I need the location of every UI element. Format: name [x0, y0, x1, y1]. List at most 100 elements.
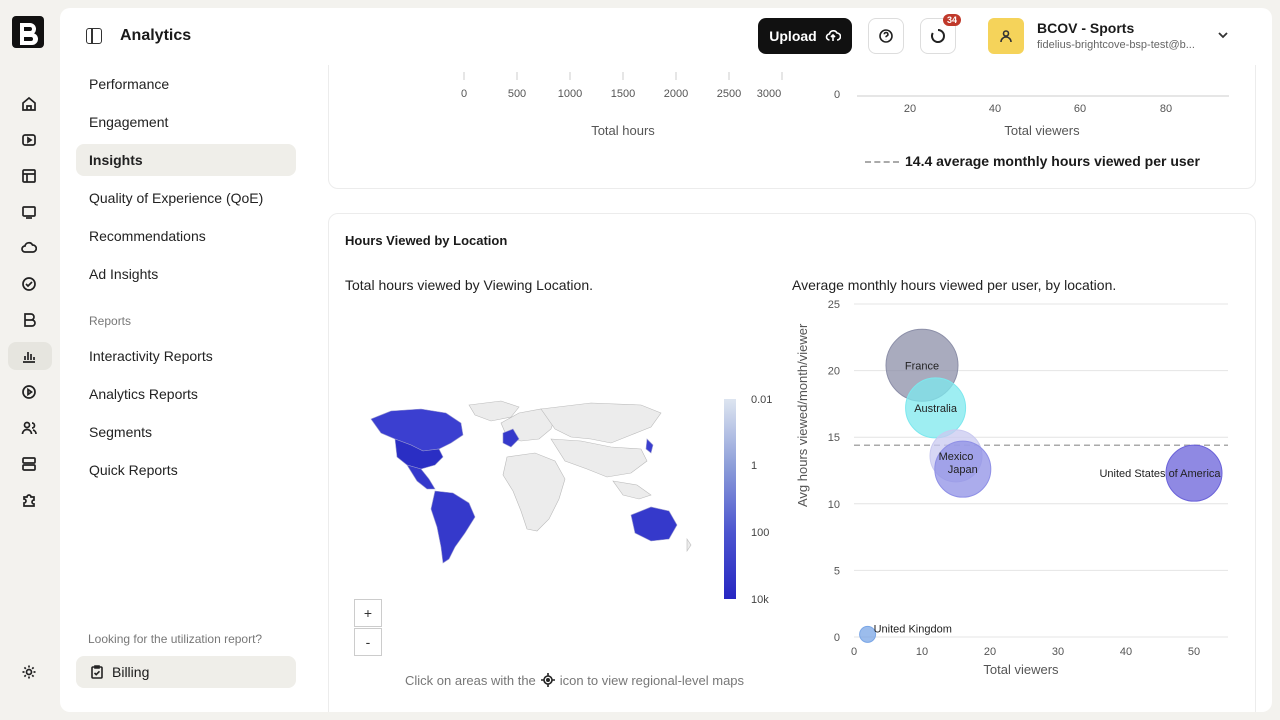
color-scale-label: 1: [751, 460, 758, 472]
nav-item-segments[interactable]: Segments: [76, 416, 296, 448]
icon-rail: [0, 0, 58, 720]
color-scale-label: 0.01: [751, 394, 773, 406]
viewers-tick: 80: [1159, 103, 1173, 115]
cloud-upload-icon: [825, 30, 841, 41]
brightcove-logo-icon[interactable]: [11, 15, 45, 49]
bubble-chart: 0 5 10 15 20 25 0 10 20 30 40 50 Total viewers France…: [828, 299, 1228, 677]
color-scale-label: 100: [751, 527, 770, 539]
map-zoom-out-button[interactable]: -: [354, 628, 382, 656]
x-tick-label: 10: [916, 646, 928, 658]
card-title: Hours Viewed by Location: [345, 233, 508, 248]
main-panel: Analytics Upload 34 BCOV - Sports fideli…: [60, 8, 1272, 712]
world-choropleth-map[interactable]: [351, 399, 711, 569]
utilization-hint: Looking for the utilization report?: [88, 632, 263, 646]
avg-line-legend: [865, 161, 899, 163]
map-region-middle-east-asia[interactable]: [550, 438, 648, 478]
hours-ticks: [463, 72, 783, 80]
help-button[interactable]: [868, 18, 904, 54]
map-region-southeast-asia[interactable]: [612, 480, 652, 500]
bubble-label: Mexico: [939, 451, 974, 463]
home-icon[interactable]: [17, 92, 41, 116]
storage-icon[interactable]: [17, 452, 41, 476]
x-tick-label: 40: [1120, 646, 1132, 658]
map-region-south-america[interactable]: [430, 490, 476, 564]
nav-item-engagement[interactable]: Engagement: [76, 106, 296, 138]
hours-tick: 2000: [663, 88, 689, 100]
y-tick-label: 10: [828, 499, 840, 511]
nav-item-ad-insights[interactable]: Ad Insights: [76, 258, 296, 290]
account-name: BCOV - Sports: [1037, 20, 1135, 36]
top-header: Analytics Upload 34 BCOV - Sports fideli…: [60, 8, 1272, 65]
y-tick-label: 20: [828, 366, 840, 378]
color-scale-label: 10k: [751, 594, 769, 606]
map-subtitle: Total hours viewed by Viewing Location.: [345, 277, 594, 293]
sidebar-toggle-icon[interactable]: [86, 28, 102, 44]
billing-button[interactable]: Billing: [76, 656, 296, 688]
puzzle-icon[interactable]: [17, 488, 41, 512]
bubble-label: France: [905, 360, 939, 372]
nav-item-qoe[interactable]: Quality of Experience (QoE): [76, 182, 296, 214]
bubble-label: United States of America: [1099, 468, 1221, 480]
layout-icon[interactable]: [17, 164, 41, 188]
hours-tick: 3000: [756, 88, 782, 100]
app-title: Analytics: [120, 27, 192, 44]
nav-section-reports: Reports: [89, 314, 132, 328]
x-tick-label: 50: [1188, 646, 1200, 658]
players-icon[interactable]: [17, 200, 41, 224]
bubble-chart-subtitle: Average monthly hours viewed per user, b…: [792, 277, 1117, 293]
nav-item-recommendations[interactable]: Recommendations: [76, 220, 296, 252]
map-region-new-zealand[interactable]: [686, 538, 692, 552]
map-hint: Click on areas with the icon to view reg…: [405, 672, 744, 688]
map-region-australia[interactable]: [630, 506, 678, 542]
cloud-icon[interactable]: [17, 236, 41, 260]
y-tick-label: 5: [834, 565, 840, 577]
bubble-label: United Kingdom: [874, 623, 952, 635]
x-tick-label: 0: [851, 646, 857, 658]
upload-button[interactable]: Upload: [758, 18, 852, 54]
viewers-tick: 20: [903, 103, 917, 115]
account-switcher[interactable]: BCOV - Sports fidelius-brightcove-bsp-te…: [988, 18, 1248, 54]
map-region-north-america[interactable]: [370, 408, 464, 452]
nav-item-quick-reports[interactable]: Quick Reports: [76, 454, 296, 486]
bubble-label: Australia: [914, 403, 958, 415]
play-circle-icon[interactable]: [17, 380, 41, 404]
viewers-y-tick: 0: [833, 89, 841, 101]
bubble-label: Japan: [948, 464, 978, 476]
hours-by-location-card: Hours Viewed by Location Total hours vie…: [328, 213, 1256, 712]
analytics-icon[interactable]: [17, 344, 41, 368]
check-badge-icon[interactable]: [17, 272, 41, 296]
map-color-scale: [724, 399, 736, 599]
map-region-russia-asia[interactable]: [540, 402, 662, 444]
account-email: fidelius-brightcove-bsp-test@b...: [1037, 39, 1195, 51]
content-area: 0 500 1000 1500 2000 2500 3000 Total hou…: [328, 65, 1256, 712]
viewers-tick: 40: [988, 103, 1002, 115]
y-tick-label: 0: [834, 632, 840, 644]
notification-badge: 34: [942, 14, 961, 26]
map-region-japan[interactable]: [645, 438, 654, 454]
x-axis-title: Total viewers: [983, 662, 1059, 677]
viewers-tick: 60: [1073, 103, 1087, 115]
hours-axis-title: Total hours: [591, 123, 655, 138]
users-icon[interactable]: [17, 416, 41, 440]
brand-b-icon[interactable]: [17, 308, 41, 332]
media-icon[interactable]: [17, 128, 41, 152]
x-tick-label: 20: [984, 646, 996, 658]
nav-item-interactivity-reports[interactable]: Interactivity Reports: [76, 340, 296, 372]
settings-gear-icon[interactable]: [17, 660, 41, 684]
nav-item-analytics-reports[interactable]: Analytics Reports: [76, 378, 296, 410]
nav-item-performance[interactable]: Performance: [76, 68, 296, 100]
avg-hours-legend-text: 14.4 average monthly hours viewed per us…: [905, 153, 1200, 169]
map-region-africa[interactable]: [502, 452, 566, 532]
nav-item-insights[interactable]: Insights: [76, 144, 296, 176]
hours-tick: 1000: [557, 88, 583, 100]
map-zoom-in-button[interactable]: +: [354, 599, 382, 627]
hours-tick: 1500: [610, 88, 636, 100]
activity-button[interactable]: 34: [920, 14, 961, 54]
y-tick-label: 15: [828, 432, 840, 444]
hours-tick: 2500: [716, 88, 742, 100]
billing-label: Billing: [112, 664, 150, 680]
upload-label: Upload: [769, 28, 817, 44]
viewers-axis-title: Total viewers: [1004, 123, 1080, 138]
hours-tick: 500: [507, 88, 527, 100]
x-tick-label: 30: [1052, 646, 1064, 658]
